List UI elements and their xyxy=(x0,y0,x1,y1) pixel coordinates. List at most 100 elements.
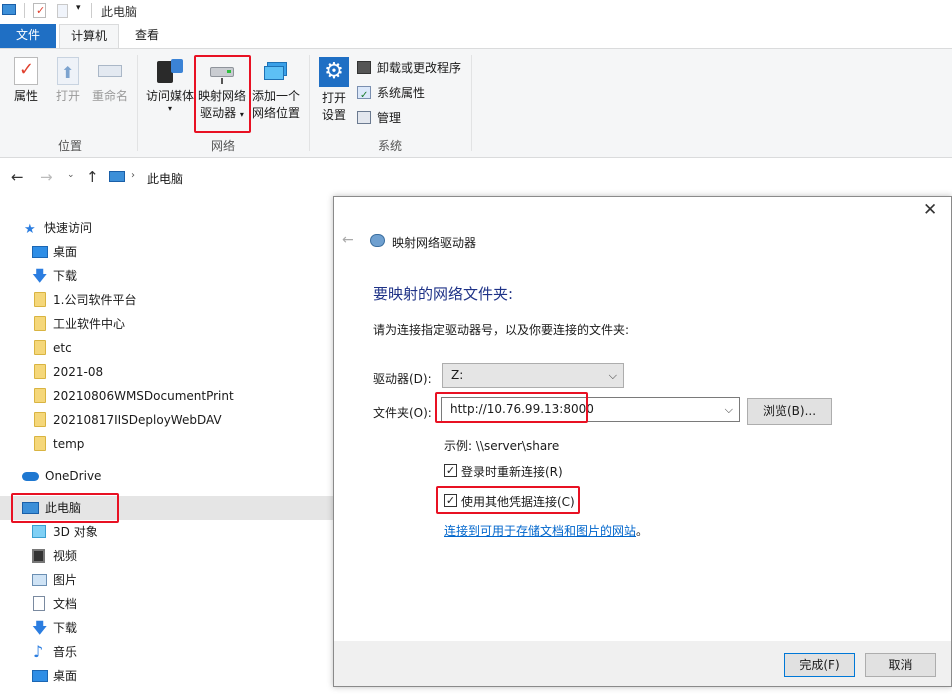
dialog-heading: 要映射的网络文件夹: xyxy=(373,285,514,303)
address-pc-icon xyxy=(109,171,125,182)
highlight-folder-input xyxy=(435,392,588,423)
close-icon[interactable]: ✕ xyxy=(923,200,937,220)
dialog-footer: 完成(F) 取消 xyxy=(334,641,951,686)
up-arrow-icon[interactable]: ↑ xyxy=(86,168,99,186)
sidebar-item-documents[interactable]: 文档 xyxy=(0,592,333,616)
sidebar-item-videos[interactable]: 视频 xyxy=(0,544,333,568)
drive-label: 驱动器(D): xyxy=(373,372,432,386)
website-link[interactable]: 连接到可用于存储文档和图片的网站 xyxy=(444,524,636,538)
highlight-this-pc xyxy=(11,493,119,523)
sidebar-item-quick-access[interactable]: ★ 快速访问 xyxy=(0,216,333,240)
sidebar-item-folder[interactable]: temp xyxy=(0,432,333,456)
tab-file[interactable]: 文件 xyxy=(0,24,56,48)
group-label-network: 网络 xyxy=(210,139,235,153)
open-settings-button[interactable]: ⚙ 打开 设置 xyxy=(316,57,352,124)
cloud-icon xyxy=(22,472,39,481)
star-icon: ★ xyxy=(24,222,36,237)
rename-button[interactable]: 重命名 xyxy=(90,57,130,105)
title-bar: ✓ ▾ 此电脑 xyxy=(0,0,952,22)
sidebar-item-folder[interactable]: etc xyxy=(0,336,333,360)
breadcrumb-chevron-icon[interactable]: › xyxy=(131,170,135,181)
chevron-down-icon: ⌵ xyxy=(724,403,733,416)
link-suffix: 。 xyxy=(636,524,649,538)
tab-computer[interactable]: 计算机 xyxy=(59,24,119,48)
sidebar-item-folder[interactable]: 2021-08 xyxy=(0,360,333,384)
chevron-down-icon: ⌵ xyxy=(608,369,617,382)
window-title: 此电脑 xyxy=(101,5,138,19)
manage-icon xyxy=(357,111,371,124)
sidebar-item-3d-objects[interactable]: 3D 对象 xyxy=(0,520,333,544)
folder-icon xyxy=(34,436,46,451)
sidebar-item-downloads[interactable]: 🡇 下载 xyxy=(0,264,333,288)
folder-icon xyxy=(34,340,46,355)
settings-gear-icon: ⚙ xyxy=(319,57,349,87)
picture-icon xyxy=(32,574,47,586)
sidebar-item-pictures[interactable]: 图片 xyxy=(0,568,333,592)
folder-icon xyxy=(34,292,46,307)
properties-quick-icon[interactable]: ✓ xyxy=(33,3,46,18)
cancel-button[interactable]: 取消 xyxy=(865,653,936,677)
desktop-icon xyxy=(32,670,48,682)
download-arrow-icon: 🡇 xyxy=(32,619,48,637)
recent-locations-chevron-icon[interactable]: ⌄ xyxy=(67,170,75,180)
example-text: 示例: \\server\share xyxy=(444,439,560,453)
sidebar-item-onedrive[interactable]: OneDrive xyxy=(0,464,333,488)
access-media-button[interactable]: 访问媒体 ▾ xyxy=(144,57,196,113)
uninstall-icon xyxy=(357,61,371,74)
sidebar: ★ 快速访问 桌面 🡇 下载 1.公司软件平台 工业软件中心 etc 2021-… xyxy=(0,214,333,695)
add-network-location-button[interactable]: 添加一个 网络位置 xyxy=(250,57,302,122)
sidebar-item-folder[interactable]: 20210817IISDeployWebDAV xyxy=(0,408,333,432)
navigation-bar: ← → ⌄ ↑ › 此电脑 xyxy=(0,158,952,198)
properties-icon: ✓ xyxy=(14,57,38,85)
group-label-location: 位置 xyxy=(57,139,82,153)
browse-button[interactable]: 浏览(B)... xyxy=(747,398,832,425)
sidebar-item-desktop[interactable]: 桌面 xyxy=(0,240,333,264)
ribbon-tabs: 文件 计算机 查看 xyxy=(0,22,952,48)
sidebar-item-folder[interactable]: 工业软件中心 xyxy=(0,312,333,336)
back-arrow-icon[interactable]: ← xyxy=(11,168,24,186)
access-media-chevron-icon: ▾ xyxy=(167,104,172,113)
sidebar-item-desktop-pc[interactable]: 桌面 xyxy=(0,664,333,688)
folder-icon xyxy=(34,388,46,403)
rename-icon xyxy=(96,57,124,85)
map-network-drive-dialog: ✕ ← 映射网络驱动器 要映射的网络文件夹: 请为连接指定驱动器号，以及你要连接… xyxy=(333,196,952,687)
highlight-map-drive xyxy=(194,55,251,133)
sidebar-item-downloads-pc[interactable]: 🡇 下载 xyxy=(0,616,333,640)
tab-view[interactable]: 查看 xyxy=(125,24,169,48)
desktop-icon xyxy=(32,246,48,258)
reconnect-label[interactable]: 登录时重新连接(R) xyxy=(461,463,563,480)
cube-3d-icon xyxy=(32,525,46,538)
media-icon xyxy=(155,57,185,85)
new-folder-quick-icon[interactable] xyxy=(57,4,68,18)
sidebar-item-music[interactable]: ♪ 音乐 xyxy=(0,640,333,664)
network-drive-icon xyxy=(370,234,385,247)
forward-arrow-icon[interactable]: → xyxy=(40,168,53,186)
dialog-title: 映射网络驱动器 xyxy=(392,236,477,250)
folder-icon xyxy=(34,412,46,427)
highlight-other-credentials xyxy=(436,486,580,514)
download-arrow-icon: 🡇 xyxy=(32,267,48,285)
back-arrow-icon[interactable]: ← xyxy=(342,232,354,248)
ribbon: ✓ 属性 ⬆ 打开 重命名 位置 访问媒体 ▾ 映射网络 驱动器 ▾ 添加一个 … xyxy=(0,48,952,158)
reconnect-checkbox[interactable]: ✓ xyxy=(444,464,457,477)
network-location-icon xyxy=(261,57,291,85)
customize-toolbar-chevron-icon[interactable]: ▾ xyxy=(76,3,81,13)
system-properties-icon: ✓ xyxy=(357,86,371,101)
properties-button[interactable]: ✓ 属性 xyxy=(6,57,46,105)
drive-letter-select[interactable]: Z: ⌵ xyxy=(442,363,624,388)
sidebar-item-folder[interactable]: 1.公司软件平台 xyxy=(0,288,333,312)
dialog-instruction: 请为连接指定驱动器号，以及你要连接的文件夹: xyxy=(373,323,630,337)
open-button[interactable]: ⬆ 打开 xyxy=(52,57,84,105)
document-icon xyxy=(33,596,45,611)
film-icon xyxy=(32,549,45,563)
finish-button[interactable]: 完成(F) xyxy=(784,653,855,677)
computer-icon xyxy=(2,4,16,15)
folder-icon xyxy=(34,316,46,331)
sidebar-item-folder[interactable]: 20210806WMSDocumentPrint xyxy=(0,384,333,408)
folder-icon xyxy=(34,364,46,379)
website-link-row: 连接到可用于存储文档和图片的网站。 xyxy=(444,522,648,539)
address-path[interactable]: 此电脑 xyxy=(147,170,183,187)
music-note-icon: ♪ xyxy=(33,642,44,661)
group-label-system: 系统 xyxy=(377,139,402,153)
folder-label: 文件夹(O): xyxy=(373,406,432,420)
